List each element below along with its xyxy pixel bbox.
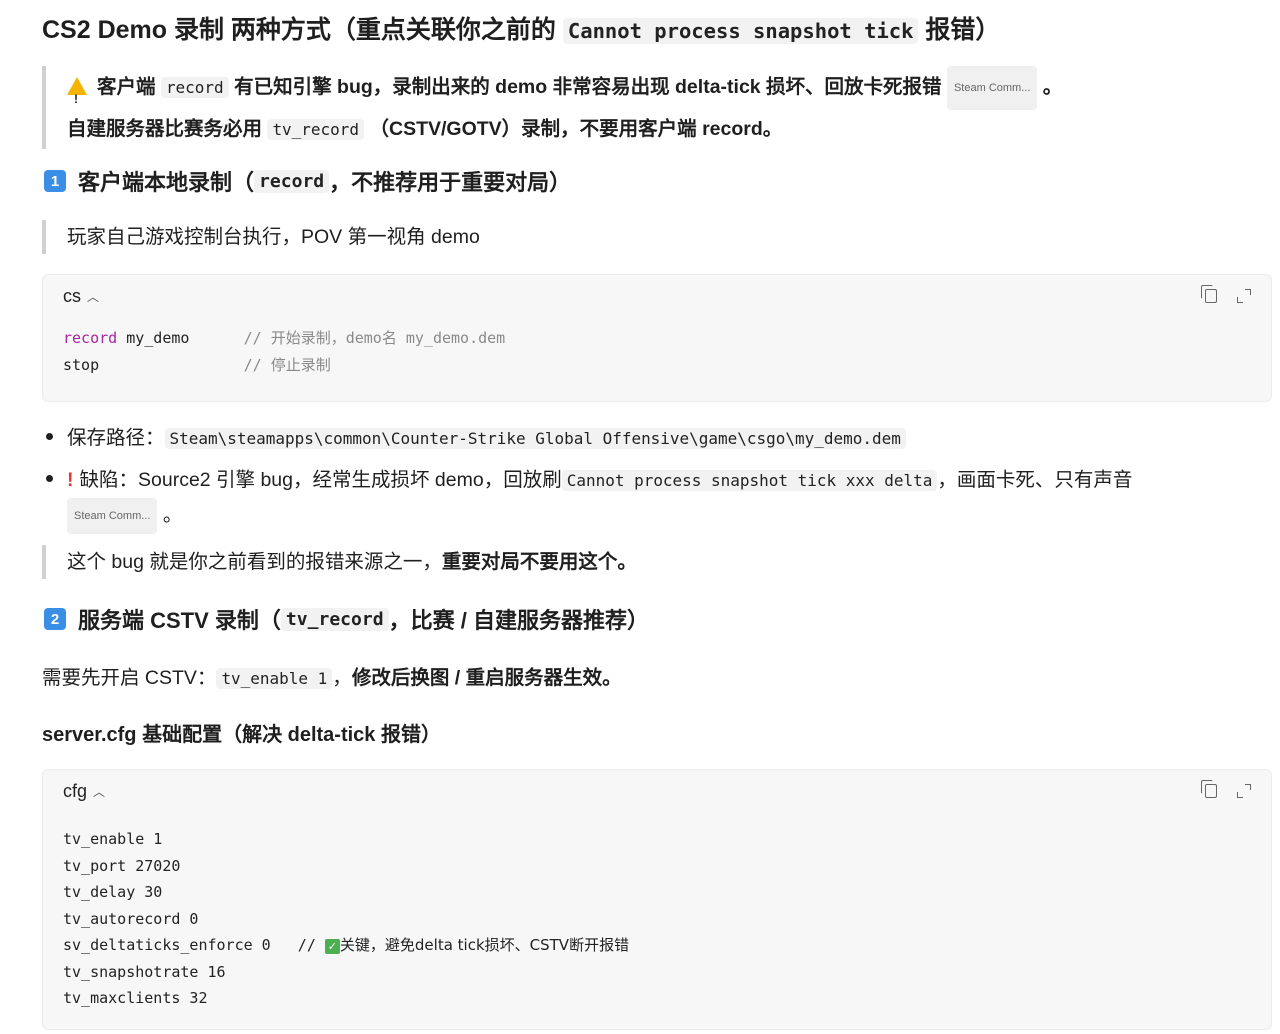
cstv-note: 需要先开启 CSTV： tv_enable 1 ，修改后换图 / 重启服务器生效。 <box>42 667 622 689</box>
code-line: tv_maxclients 32 <box>63 989 208 1007</box>
section-2-heading: 2 服务端 CSTV 录制（ tv_record ，比赛 / 自建服务器推荐） <box>44 603 649 635</box>
list-item: ! 缺陷：Source2 引擎 bug，经常生成损坏 demo，回放刷 Cannot… <box>42 463 1132 498</box>
source-citation[interactable]: Steam Comm... <box>67 498 158 534</box>
bug-note-quote: 这个 bug 就是你之前看到的报错来源之一，重要对局不要用这个。 <box>42 545 637 579</box>
code-language-label: cfg <box>63 780 88 801</box>
code-block-header: cfg ︿ <box>43 770 1271 812</box>
code-block-cfg: cfg ︿ tv_enable 1 tv_port 27020 tv_delay… <box>42 769 1272 1030</box>
warning-icon <box>67 77 87 118</box>
code-line: tv_snapshotrate 16 <box>63 962 226 981</box>
code-language-label: cs <box>63 285 81 306</box>
server-cfg-heading: server.cfg 基础配置（解决 delta-tick 报错） <box>42 724 441 746</box>
number-2-icon: 2 <box>44 608 66 630</box>
section-1-heading: 1 客户端本地录制（ record ，不推荐用于重要对局） <box>44 165 571 197</box>
code-line: sv_deltaticks_enforce 0 // ✓ 关键，避免delta t… <box>63 936 630 954</box>
code-line: tv_port 27020 <box>63 856 181 875</box>
code-block-cs: cs ︿ record my_demo // 开始录制，demo名 my_dem… <box>42 274 1272 402</box>
section-1-quote: 玩家自己游戏控制台执行，POV 第一视角 demo <box>42 220 480 254</box>
code-block-header: cs ︿ <box>43 275 1271 317</box>
collapse-chevron-icon[interactable]: ︿ <box>87 288 99 305</box>
expand-icon[interactable] <box>1237 784 1251 798</box>
code-line: tv_delay 30 <box>63 883 163 901</box>
code-body: tv_enable 1 tv_port 27020 tv_delay 30 tv… <box>43 812 1271 1030</box>
warning-quote: 客户端 record 有已知引擎 bug，录制出来的 demo 非常容易出现 d… <box>42 66 1062 149</box>
copy-icon[interactable] <box>1201 285 1217 303</box>
checkmark-icon: ✓ <box>324 939 340 954</box>
list-item: 保存路径： Steam\steamapps\common\Counter-Stri… <box>42 421 1132 456</box>
chat-response: CS2 Demo 录制 两种方式（重点关联你之前的 Cannot process… <box>0 0 1280 1034</box>
list-item-continuation: Steam Comm... 。 <box>42 498 1132 534</box>
code-line: tv_enable 1 <box>63 830 163 848</box>
source-citation[interactable]: Steam Comm... <box>946 66 1038 110</box>
inline-code: Cannot process snapshot tick <box>562 18 919 44</box>
code-line: record my_demo // 开始录制，demo名 my_demo.dem <box>63 329 506 347</box>
expand-icon[interactable] <box>1237 289 1251 303</box>
number-1-icon: 1 <box>44 170 66 192</box>
page-title: CS2 Demo 录制 两种方式（重点关联你之前的 Cannot process… <box>42 16 1001 44</box>
copy-icon[interactable] <box>1201 780 1217 798</box>
exclamation-icon: ! <box>67 469 74 491</box>
code-line: stop // 停止录制 <box>63 355 331 374</box>
code-body: record my_demo // 开始录制，demo名 my_demo.dem… <box>43 317 1271 396</box>
collapse-chevron-icon[interactable]: ︿ <box>93 783 105 800</box>
bullet-list: 保存路径： Steam\steamapps\common\Counter-Stri… <box>42 421 1132 534</box>
code-line: tv_autorecord 0 <box>63 909 199 928</box>
